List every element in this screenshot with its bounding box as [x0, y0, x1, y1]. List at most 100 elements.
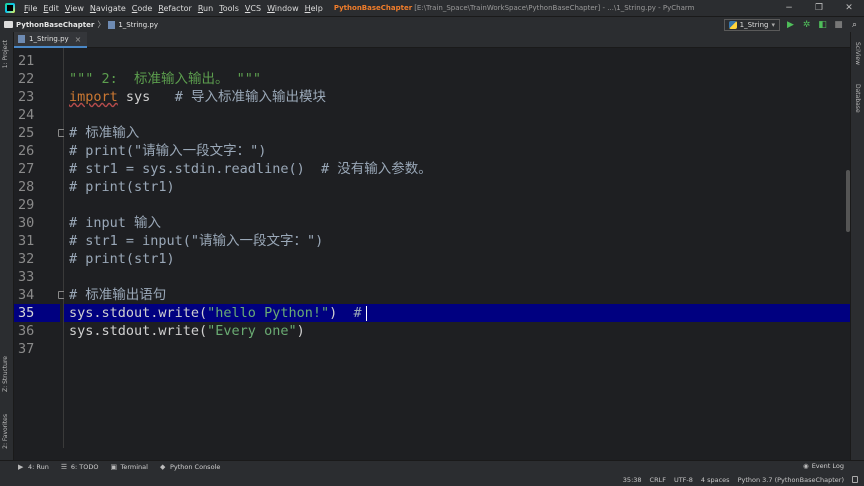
code-line[interactable]: # str1 = sys.stdin.readline() # 没有输入参数。	[64, 160, 850, 178]
code-line[interactable]: # print(str1)	[64, 178, 850, 196]
tool-window-bar: ▶ 4: Run ☰ 6: TODO ▣ Terminal ◆ Python Console …	[0, 460, 864, 473]
run-toolbar: 1_String ▾ ▶ ✲ ◧ ■ ⌕	[723, 18, 860, 32]
menu-code[interactable]: Code	[129, 4, 156, 13]
tool-tab-6-todo[interactable]: ☰ 6: TODO	[61, 463, 99, 471]
python-interpreter[interactable]: Python 3.7 (PythonBaseChapter)	[738, 476, 844, 484]
code-line[interactable]	[64, 106, 850, 124]
code-line[interactable]: sys.stdout.write("Every one")	[64, 322, 850, 340]
code-token: sys	[117, 89, 175, 105]
code-line[interactable]: """ 2: 标准输入输出。 """	[64, 70, 850, 88]
line-number: 33	[18, 269, 35, 285]
maximize-button[interactable]: ❐	[804, 0, 834, 16]
close-tab-icon[interactable]: ×	[75, 35, 82, 44]
breadcrumb-separator: 〉	[97, 20, 106, 29]
menu-navigate[interactable]: Navigate	[87, 4, 129, 13]
favorites-tool-tab[interactable]: 2: Favorites	[2, 414, 9, 449]
sciview-tool-tab[interactable]: SciView	[854, 42, 861, 65]
project-tool-tab[interactable]: 1: Project	[2, 40, 9, 68]
editor-tab-1-string[interactable]: 1_String.py ×	[14, 32, 88, 48]
line-number: 32	[18, 251, 35, 267]
code-comment: # input 输入	[69, 215, 162, 231]
run-icon: ▶	[18, 462, 24, 471]
search-everywhere-icon[interactable]: ⌕	[849, 20, 860, 31]
tool-tab-label: Python Console	[169, 463, 221, 471]
code-line[interactable]: # str1 = input("请输入一段文字：")	[64, 232, 850, 250]
file-encoding[interactable]: UTF-8	[674, 476, 693, 484]
terminal-icon: ▣	[110, 462, 118, 471]
event-log-label: Event Log	[811, 462, 844, 470]
line-number: 24	[18, 107, 35, 123]
window-title-path: [E:\Train_Space\TrainWorkSpace\PythonBas…	[414, 4, 695, 12]
code-comment: #	[353, 305, 362, 321]
python-file-icon	[108, 20, 116, 29]
code-line[interactable]	[64, 196, 850, 214]
close-window-button[interactable]: ✕	[834, 0, 864, 16]
code-line[interactable]: # 标准输入	[64, 124, 850, 142]
code-token: )	[329, 305, 354, 321]
code-token: sys.stdout.write(	[69, 323, 208, 339]
tool-tab-terminal[interactable]: ▣ Terminal	[110, 463, 147, 471]
menu-window[interactable]: Window	[264, 4, 302, 13]
vertical-scrollbar[interactable]	[846, 170, 850, 232]
breadcrumb-project[interactable]: PythonBaseChapter	[16, 21, 94, 29]
code-line[interactable]	[64, 52, 850, 70]
folder-icon	[4, 21, 13, 28]
menu-edit[interactable]: Edit	[40, 4, 62, 13]
line-number: 30	[18, 215, 35, 231]
line-number: 23	[18, 89, 35, 105]
line-number: 26	[18, 143, 35, 159]
stop-icon[interactable]: ■	[833, 20, 844, 31]
code-line[interactable]	[64, 340, 850, 358]
tool-tab-python-console[interactable]: ◆ Python Console	[160, 463, 220, 471]
line-number: 27	[18, 161, 35, 177]
menu-run[interactable]: Run	[195, 4, 216, 13]
window-title-project: PythonBaseChapter	[333, 4, 413, 12]
menu-help[interactable]: Help	[302, 4, 326, 13]
minimize-button[interactable]: −	[774, 0, 804, 16]
code-token: )	[296, 323, 305, 339]
run-configuration-label: 1_String	[739, 21, 769, 29]
run-configuration-select[interactable]: 1_String ▾	[723, 19, 780, 31]
tool-tab-label: 4: Run	[28, 463, 49, 471]
menu-vcs[interactable]: VCS	[242, 4, 264, 13]
debug-icon[interactable]: ✲	[801, 20, 812, 31]
pycharm-logo-icon	[5, 3, 15, 13]
code-line[interactable]: # print("请输入一段文字：")	[64, 142, 850, 160]
lock-icon[interactable]	[852, 476, 858, 483]
indent-setting[interactable]: 4 spaces	[701, 476, 730, 484]
line-number: 25	[18, 125, 35, 141]
navigation-bar: PythonBaseChapter 〉 1_String.py 1_String…	[0, 16, 864, 32]
code-line[interactable]: sys.stdout.write("hello Python!") #	[64, 304, 850, 322]
structure-tool-tab[interactable]: Z: Structure	[2, 356, 9, 392]
code-keyword: import	[69, 89, 118, 105]
menu-tools[interactable]: Tools	[216, 4, 242, 13]
caret-position[interactable]: 35:38	[623, 476, 642, 484]
run-icon[interactable]: ▶	[785, 20, 796, 31]
menu-refactor[interactable]: Refactor	[155, 4, 195, 13]
coverage-icon[interactable]: ◧	[817, 20, 828, 31]
code-line[interactable]: import sys # 导入标准输入输出模块	[64, 88, 850, 106]
breadcrumb-file[interactable]: 1_String.py	[118, 21, 158, 29]
code-comment: # str1 = input("请输入一段文字：")	[69, 233, 324, 249]
event-log-button[interactable]: ◉ Event Log	[803, 462, 844, 470]
todo-icon: ☰	[60, 462, 68, 471]
code-comment: # 标准输出语句	[69, 287, 167, 303]
left-tool-strip: 1: Project Z: Structure 2: Favorites	[0, 32, 14, 460]
python-file-icon	[18, 35, 25, 43]
event-log-icon: ◉	[803, 462, 809, 470]
window-controls: − ❐ ✕	[774, 0, 864, 16]
menu-file[interactable]: File	[21, 4, 40, 13]
code-line[interactable]: # print(str1)	[64, 250, 850, 268]
editor-tab-bar: 1_String.py ×	[14, 32, 850, 48]
database-tool-tab[interactable]: Database	[854, 84, 861, 113]
tool-tab-label: Terminal	[120, 463, 148, 471]
code-line[interactable]: # 标准输出语句	[64, 286, 850, 304]
code-line[interactable]: # input 输入	[64, 214, 850, 232]
line-number: 37	[18, 341, 35, 357]
line-separator[interactable]: CRLF	[650, 476, 666, 484]
code-line[interactable]	[64, 268, 850, 286]
menu-view[interactable]: View	[62, 4, 87, 13]
code-editor[interactable]: """ 2: 标准输入输出。 """ import sys # 导入标准输入输出模…	[64, 48, 850, 448]
tool-tab-label: 6: TODO	[70, 463, 99, 471]
tool-tab-4-run[interactable]: ▶ 4: Run	[18, 463, 49, 471]
